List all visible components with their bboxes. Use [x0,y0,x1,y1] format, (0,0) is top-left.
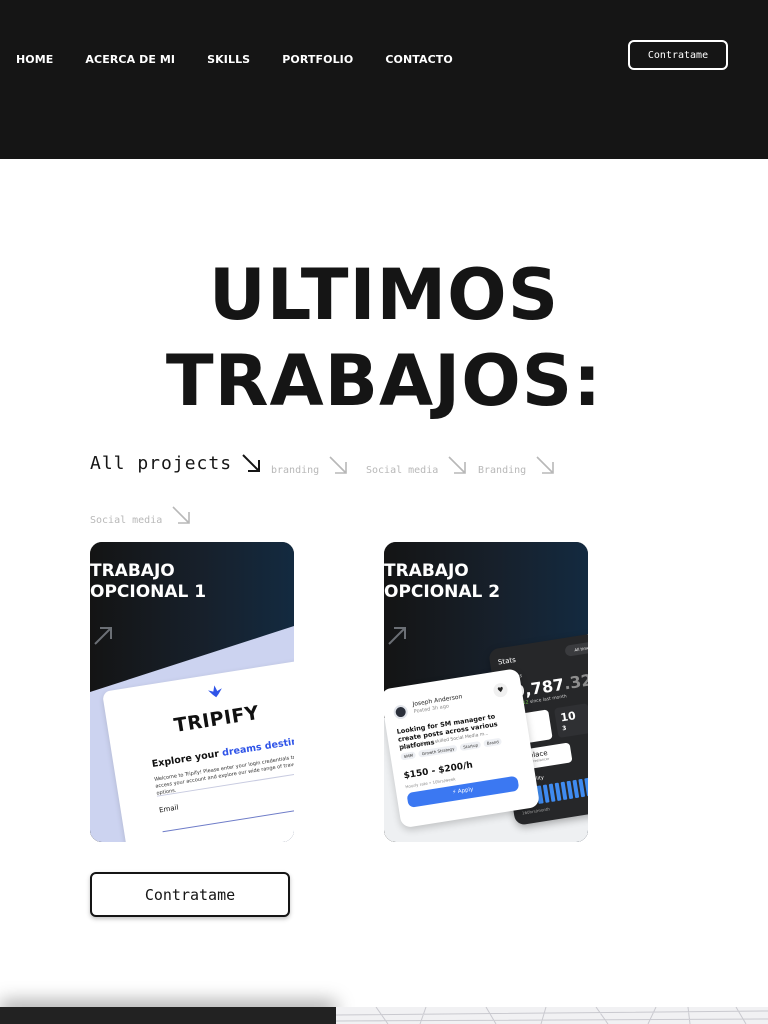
stats-period-pill: All time [564,640,588,657]
bar [542,784,550,803]
stats-title: Stats [497,655,517,667]
filter-label: Social media [366,465,439,476]
arrow-up-right-icon [388,627,406,645]
filter-label: branding [271,465,320,476]
job-tag: Startup [459,740,482,752]
bird-logo-icon [208,685,222,698]
preview-brand: TRIPIFY [172,701,261,737]
heart-icon: ♥ [492,682,509,699]
preview-headline-highlight: dreams destinations [221,730,294,759]
card-title: TRABAJO OPCIONAL 1 [90,561,207,602]
metric-value: 10 [559,709,577,725]
hire-button-header[interactable]: Contratame [628,40,728,70]
hire-button[interactable]: Contratame [90,872,290,917]
filter-branding-2[interactable]: Branding [478,454,556,476]
main-nav: HOME ACERCA DE MI SKILLS PORTFOLIO CONTA… [16,52,485,68]
map-background [336,1007,768,1024]
earnings-decimals: .32 [562,670,588,694]
section-title: ULTIMOS TRABAJOS: [0,252,768,424]
arrow-down-right-icon [329,456,347,474]
card-title: TRABAJO OPCIONAL 2 [384,561,501,602]
filter-all-projects[interactable]: All projects [90,452,262,474]
filter-label: Branding [478,465,527,476]
filter-label: Social media [90,515,163,526]
bar [584,777,588,797]
preview-field-label: Email [158,803,180,815]
job-tag: Brand [483,737,503,748]
arrow-down-right-icon [172,506,191,524]
nav-skills[interactable]: SKILLS [207,52,250,68]
nav-home[interactable]: HOME [16,52,53,68]
arrow-down-right-icon [536,456,554,474]
job-tag: SMM [400,751,417,761]
site-header: HOME ACERCA DE MI SKILLS PORTFOLIO CONTA… [0,0,768,159]
project-card-1[interactable]: TRIPIFY Explore your dreams destinations… [90,542,294,842]
nav-acerca[interactable]: ACERCA DE MI [85,52,175,68]
preview-email-field [160,794,294,833]
arrow-down-right-icon [242,454,261,472]
arrow-down-right-icon [448,456,467,474]
filter-social-media-2[interactable]: Social media [90,504,192,526]
section-title-line1: ULTIMOS [208,254,560,336]
avatar [392,704,409,721]
nav-contacto[interactable]: CONTACTO [385,52,453,68]
filter-social-media[interactable]: Social media [366,454,468,476]
section-title-line2: TRABAJOS: [165,340,603,422]
job-post-preview: Joseph Anderson Posted 3h ago ♥ Looking … [384,668,541,829]
footer-dark-panel [0,1007,336,1024]
arrow-up-right-icon [94,627,112,645]
filter-branding[interactable]: branding [271,454,349,476]
metric-box-2: 10 3 [553,703,588,739]
filter-label: All projects [90,453,233,474]
project-card-2[interactable]: Stats All time Earnings $9,787.32 +2,466… [384,542,588,842]
nav-portfolio[interactable]: PORTFOLIO [282,52,353,68]
